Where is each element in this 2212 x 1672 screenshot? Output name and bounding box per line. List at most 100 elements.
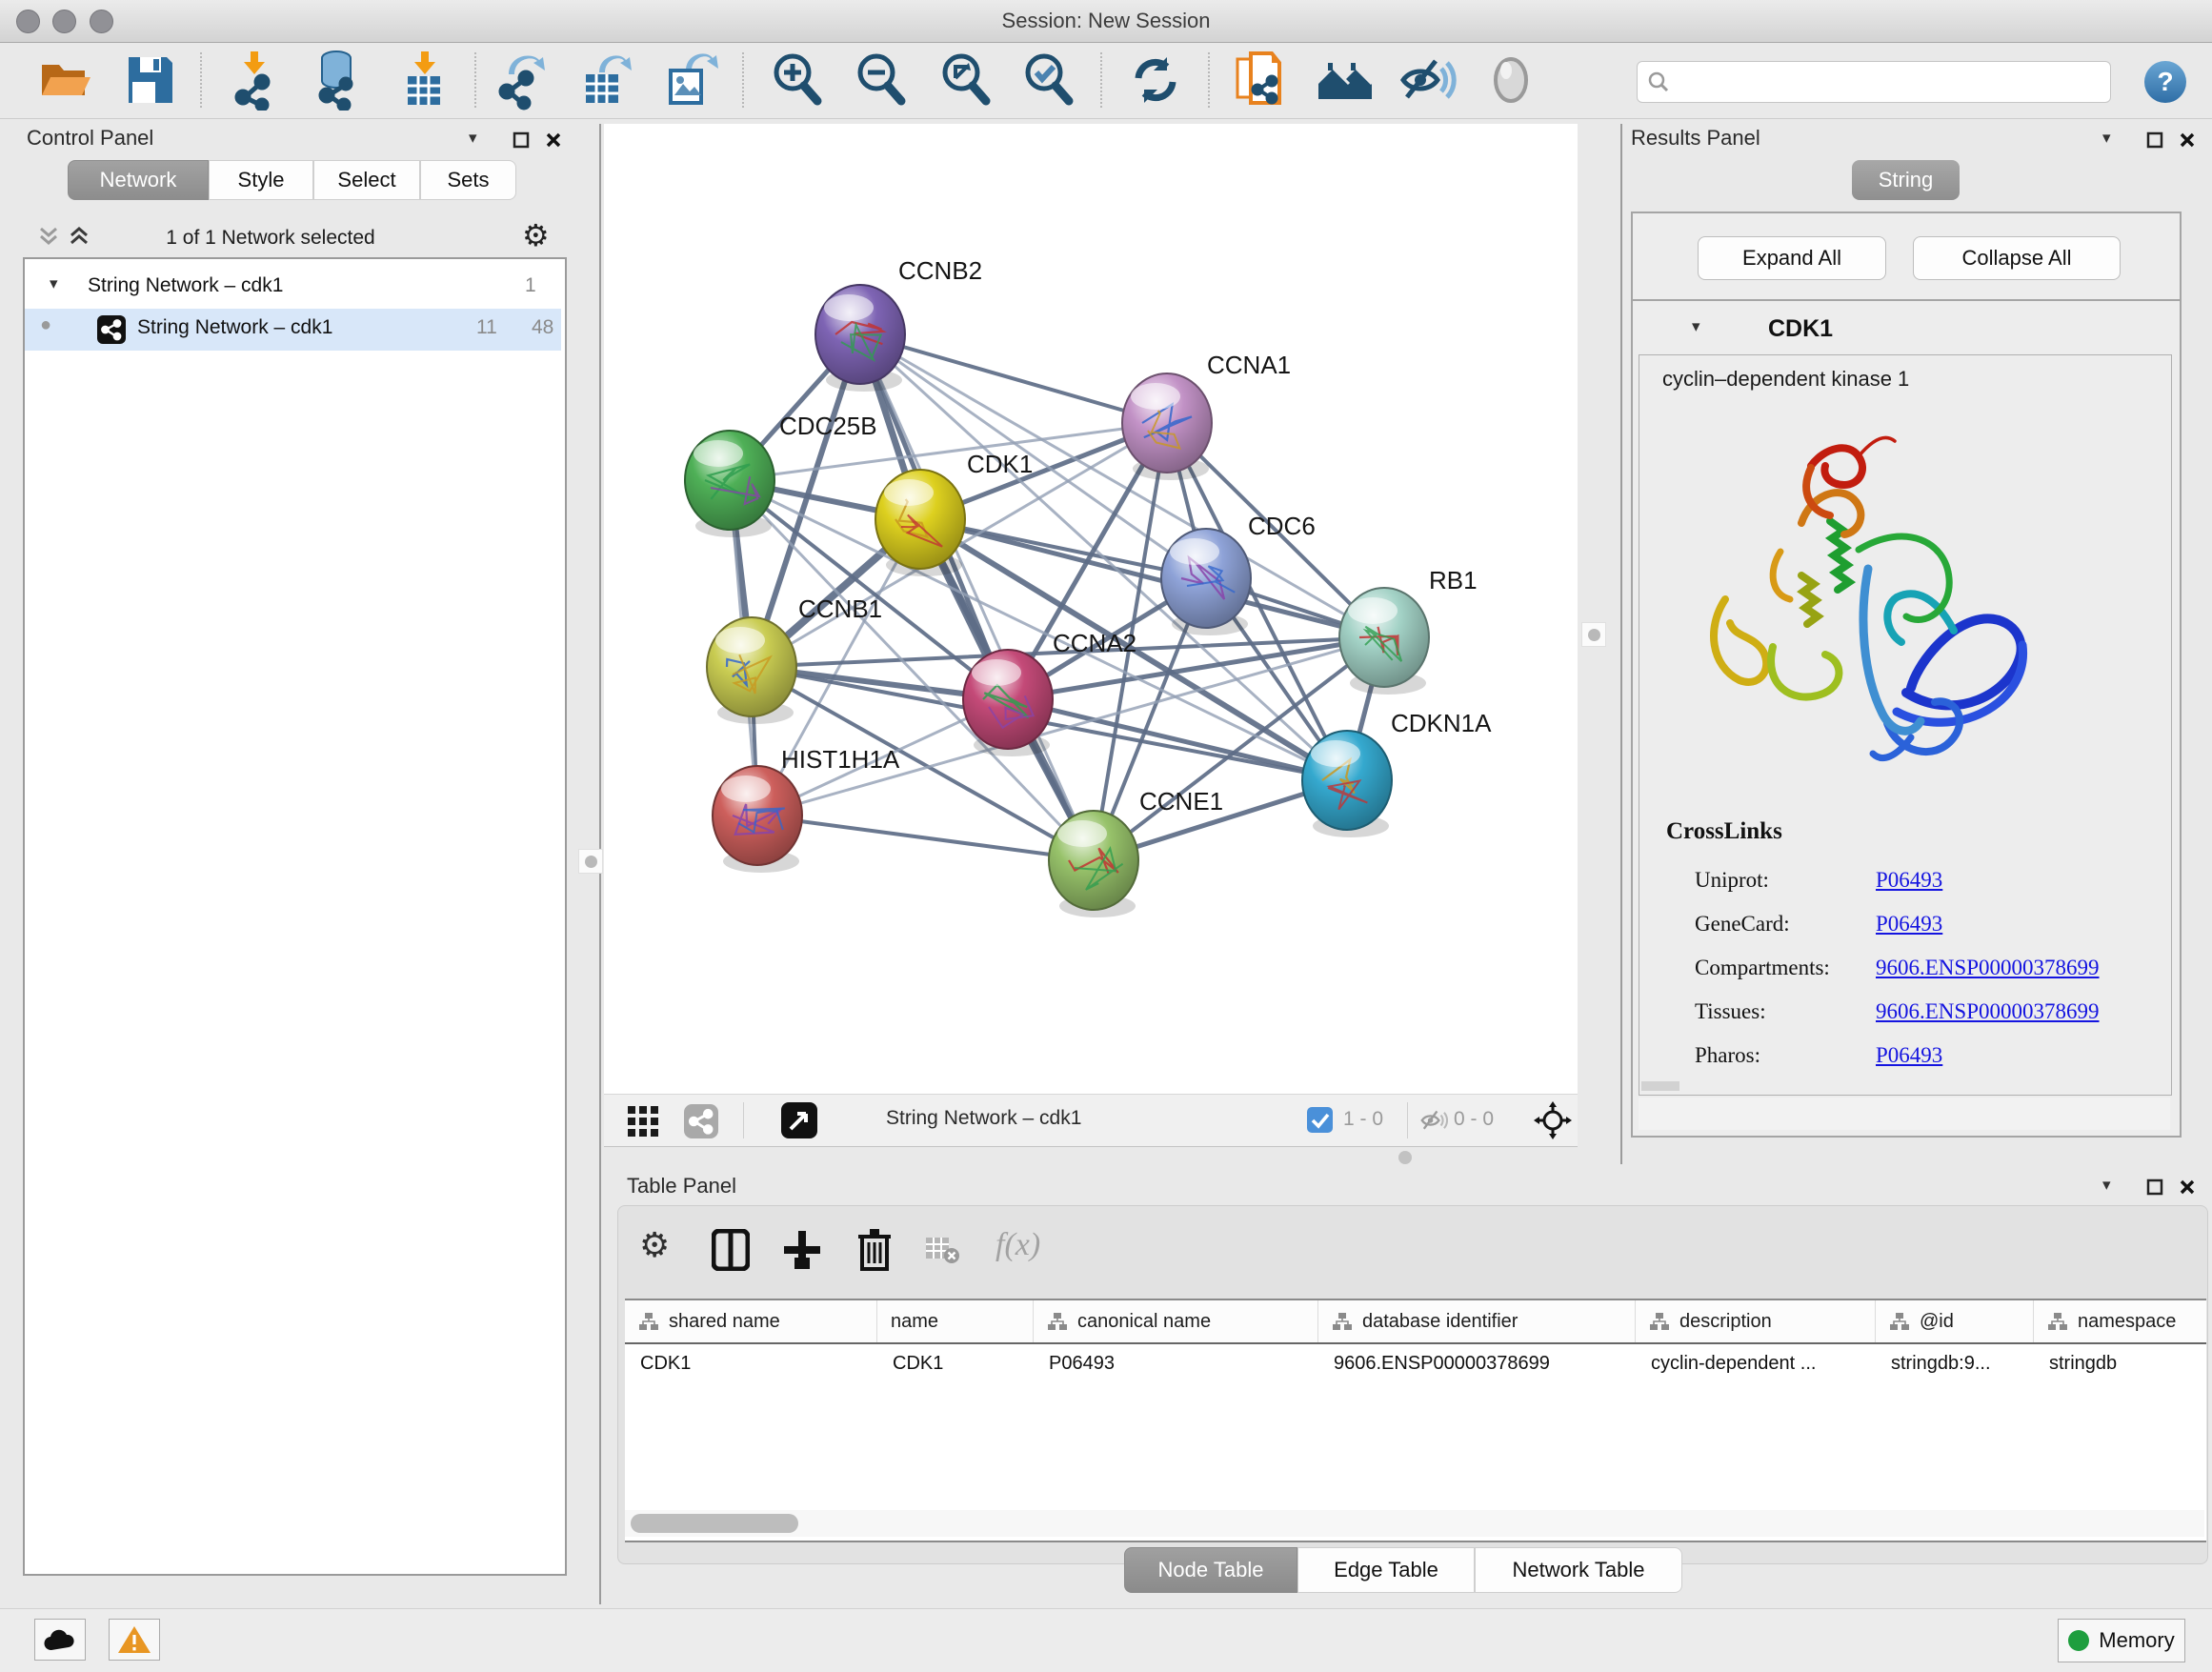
add-column-icon[interactable] — [782, 1229, 822, 1271]
node-HIST1H1A[interactable] — [713, 766, 802, 873]
delete-table-icon[interactable] — [925, 1237, 959, 1265]
string-home-icon[interactable] — [1315, 50, 1376, 111]
table-panel-close-icon[interactable] — [2179, 1178, 2196, 1196]
tab-string[interactable]: String — [1852, 160, 1960, 200]
horizontal-splitter-handle[interactable] — [1398, 1151, 1412, 1164]
crosslink-value-link[interactable]: 9606.ENSP00000378699 — [1876, 956, 2100, 980]
column-header-description[interactable]: description — [1636, 1300, 1876, 1342]
zoom-out-icon[interactable] — [852, 50, 913, 111]
control-panel-float-icon[interactable] — [513, 131, 530, 149]
network-collection-row[interactable]: ▾ String Network – cdk1 1 — [25, 267, 561, 309]
hidden-count-badge: 0 - 0 — [1454, 1108, 1494, 1131]
column-header-name[interactable]: name — [877, 1300, 1034, 1342]
zoom-selected-icon[interactable] — [1019, 50, 1080, 111]
open-session-icon[interactable] — [34, 50, 95, 111]
node-CDC6[interactable] — [1161, 529, 1251, 635]
node-CCNB2[interactable] — [815, 285, 905, 392]
save-session-icon[interactable] — [119, 50, 180, 111]
hidden-eye-icon[interactable] — [1419, 1107, 1448, 1134]
edge-CCNB2-CCNE1[interactable] — [860, 334, 1094, 860]
column-header-label: @id — [1920, 1311, 1954, 1333]
table-settings-gear-icon[interactable]: ⚙ — [639, 1225, 670, 1265]
import-network-icon[interactable] — [228, 50, 289, 111]
column-header-namespace[interactable]: namespace — [2034, 1300, 2206, 1342]
selected-checkbox-icon[interactable] — [1307, 1107, 1333, 1133]
column-header--id[interactable]: @id — [1876, 1300, 2034, 1342]
help-button[interactable]: ? — [2144, 61, 2186, 103]
edge-CCNA2-CDKN1A[interactable] — [1008, 699, 1347, 780]
refresh-layout-icon[interactable] — [1125, 50, 1186, 111]
import-database-icon[interactable] — [308, 50, 369, 111]
control-panel-menu-icon[interactable]: ▾ — [469, 129, 477, 148]
table-panel-float-icon[interactable] — [2146, 1178, 2163, 1196]
column-header-label: canonical name — [1077, 1311, 1211, 1333]
function-builder-icon[interactable]: f(x) — [995, 1227, 1040, 1263]
gene-collapse-icon[interactable]: ▾ — [1692, 317, 1700, 336]
node-CDK1[interactable] — [875, 470, 965, 576]
node-CCNA2[interactable] — [963, 650, 1053, 756]
column-header-canonical-name[interactable]: canonical name — [1034, 1300, 1318, 1342]
network-row-selected[interactable]: ● String Network – cdk1 11 48 — [25, 309, 561, 351]
export-image-icon[interactable] — [659, 50, 720, 111]
tab-style[interactable]: Style — [209, 160, 313, 200]
open-view-icon[interactable] — [781, 1102, 817, 1138]
table-row[interactable]: CDK1CDK1P064939606.ENSP00000378699cyclin… — [625, 1344, 2206, 1382]
column-header-database-identifier[interactable]: database identifier — [1318, 1300, 1636, 1342]
network-options-gear-icon[interactable]: ⚙ — [522, 217, 550, 253]
collapse-all-button[interactable]: Collapse All — [1913, 236, 2121, 280]
import-table-icon[interactable] — [394, 50, 455, 111]
node-CCNA1[interactable] — [1122, 373, 1212, 480]
left-splitter-handle[interactable] — [578, 849, 603, 874]
column-header-label: description — [1679, 1311, 1772, 1333]
crosslink-value-link[interactable]: P06493 — [1876, 868, 1942, 893]
network-share-gray-icon[interactable] — [684, 1104, 718, 1138]
show-panel-icon[interactable] — [1480, 50, 1541, 111]
zoom-in-icon[interactable] — [768, 50, 829, 111]
table-panel-menu-icon[interactable]: ▾ — [2102, 1176, 2111, 1195]
table-hscrollbar-thumb[interactable] — [631, 1514, 798, 1533]
node-RB1[interactable] — [1339, 588, 1429, 695]
zoom-fit-icon[interactable] — [936, 50, 997, 111]
results-panel-float-icon[interactable] — [2146, 131, 2163, 149]
crosslink-value-link[interactable]: 9606.ENSP00000378699 — [1876, 999, 2100, 1024]
node-CCNB1[interactable] — [707, 617, 796, 724]
edge-CCNB2-CCNA1[interactable] — [860, 334, 1167, 423]
show-columns-icon[interactable] — [712, 1229, 750, 1271]
share-document-icon[interactable] — [1230, 50, 1291, 111]
right-splitter-handle[interactable] — [1581, 622, 1606, 647]
node-CDKN1A[interactable] — [1302, 731, 1392, 837]
tab-network[interactable]: Network — [68, 160, 209, 200]
memory-button[interactable]: Memory — [2058, 1619, 2185, 1662]
control-panel-close-icon[interactable] — [545, 131, 562, 149]
search-input[interactable] — [1676, 66, 2099, 96]
network-canvas[interactable]: CCNB2CCNA1CDC25BCDK1CDC6RB1CCNB1CCNA2CDK… — [604, 124, 1578, 1094]
node-CCNE1[interactable] — [1049, 811, 1138, 917]
fit-selected-crosshair-icon[interactable] — [1534, 1101, 1572, 1139]
export-network-icon[interactable] — [493, 50, 554, 111]
export-table-icon[interactable] — [576, 50, 637, 111]
crosslink-value-link[interactable]: P06493 — [1876, 912, 1942, 937]
results-panel-close-icon[interactable] — [2179, 131, 2196, 149]
expand-all-button[interactable]: Expand All — [1698, 236, 1886, 280]
tab-node-table[interactable]: Node Table — [1124, 1547, 1297, 1593]
table-panel-title: Table Panel — [627, 1174, 736, 1199]
cloud-button[interactable] — [34, 1619, 86, 1661]
results-panel-menu-icon[interactable]: ▾ — [2102, 129, 2111, 148]
delete-column-icon[interactable] — [856, 1227, 893, 1271]
birds-eye-grid-icon[interactable] — [627, 1105, 659, 1138]
tab-network-table[interactable]: Network Table — [1475, 1547, 1682, 1593]
tab-sets[interactable]: Sets — [420, 160, 516, 200]
edge-CCNE1-HIST1H1A[interactable] — [757, 816, 1094, 860]
warnings-button[interactable] — [109, 1619, 160, 1661]
collection-expand-icon[interactable]: ▾ — [50, 274, 58, 293]
node-CDC25B[interactable] — [685, 431, 774, 537]
results-hscrollbar-thumb[interactable] — [1641, 1081, 1679, 1091]
hide-panel-icon[interactable] — [1398, 50, 1458, 111]
results-scroll-strip — [1639, 1098, 2170, 1130]
string-network-graph[interactable]: CCNB2CCNA1CDC25BCDK1CDC6RB1CCNB1CCNA2CDK… — [604, 124, 1578, 1094]
column-header-shared-name[interactable]: shared name — [625, 1300, 877, 1342]
crosslink-value-link[interactable]: P06493 — [1876, 1043, 1942, 1068]
tab-select[interactable]: Select — [313, 160, 420, 200]
table-hscrollbar-track[interactable] — [625, 1510, 2204, 1537]
tab-edge-table[interactable]: Edge Table — [1297, 1547, 1475, 1593]
